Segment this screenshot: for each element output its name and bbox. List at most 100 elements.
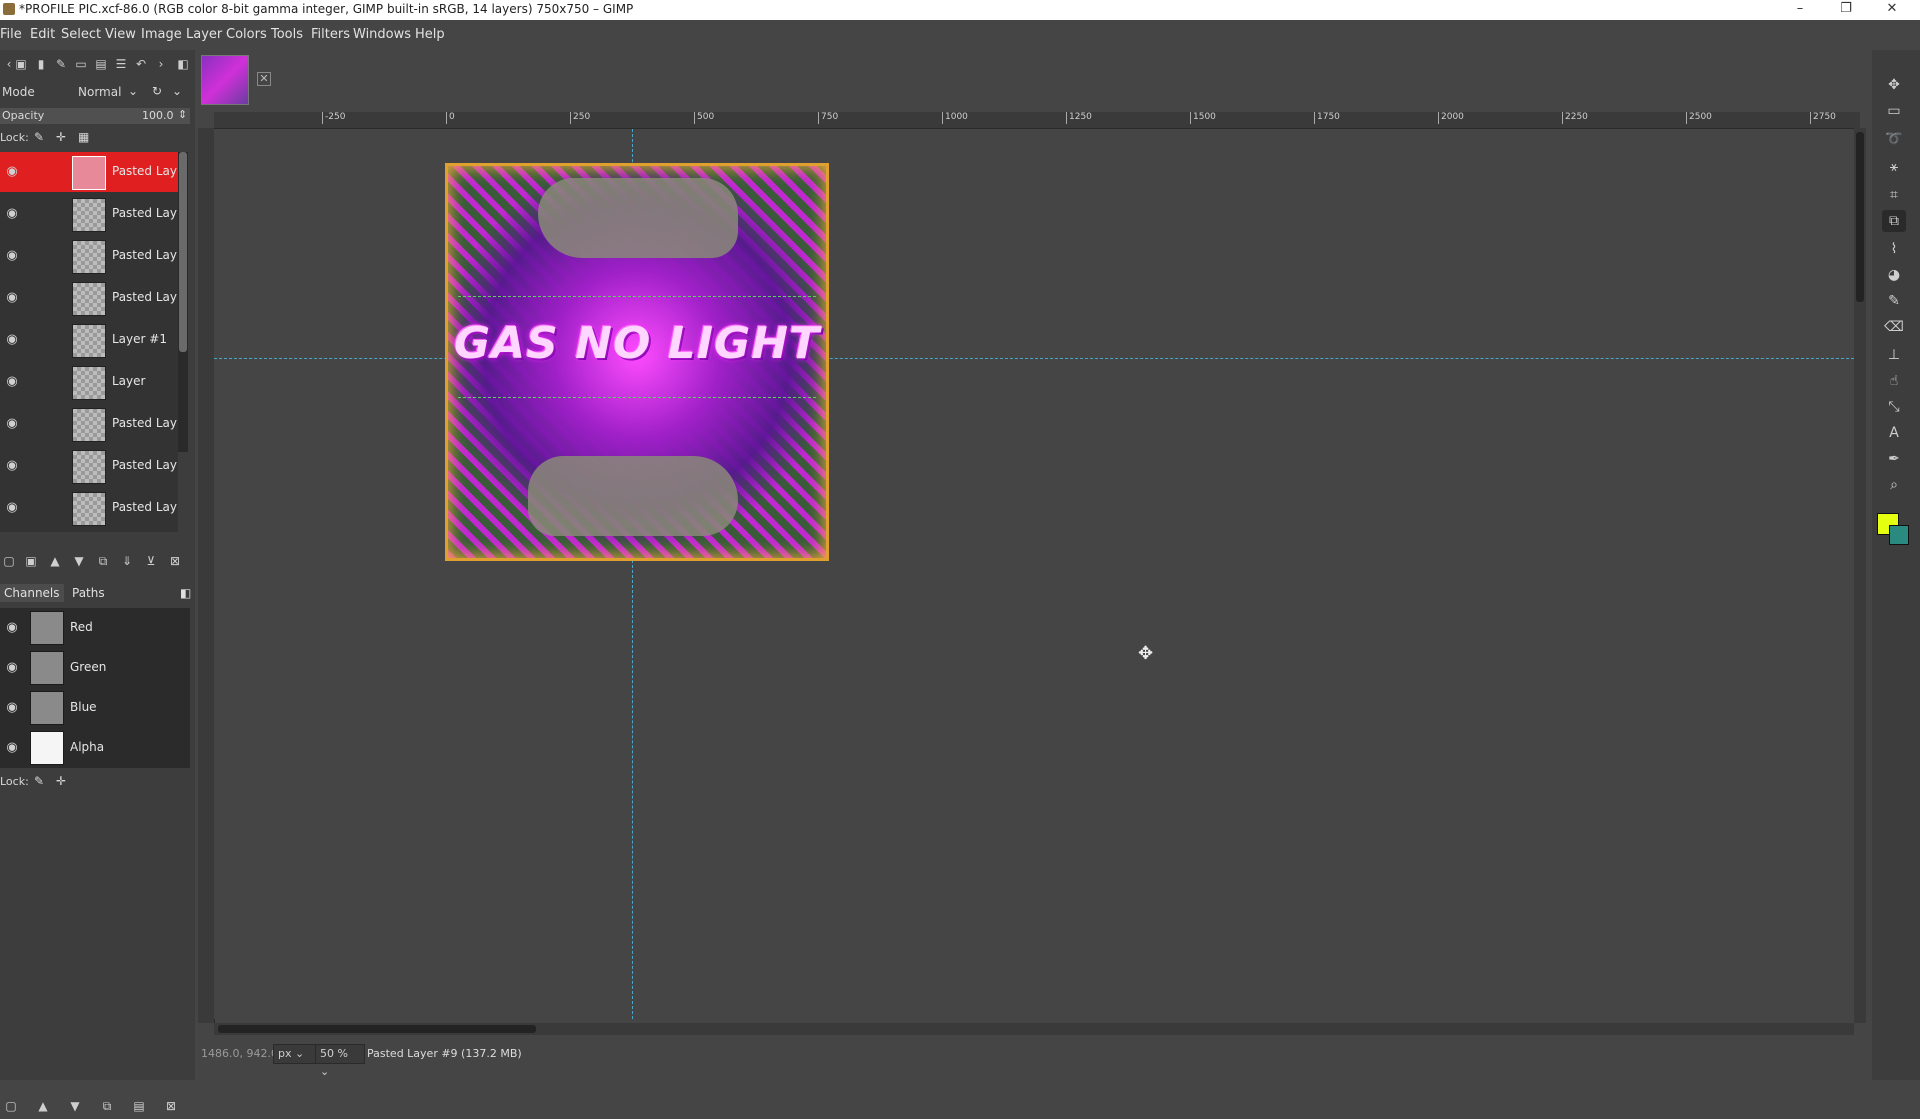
channel-to-selection-icon[interactable]: ▤ — [132, 1099, 146, 1113]
transform-tool-icon[interactable]: ⧉ — [1882, 210, 1906, 232]
mode-select[interactable]: Normal — [78, 85, 121, 99]
layer-row[interactable]: ◉ Pasted Lay — [0, 236, 178, 276]
layer-row[interactable]: ◉ Pasted Lay — [0, 404, 178, 444]
lock-pixels-icon[interactable]: ✎ — [34, 774, 44, 788]
close-icon[interactable]: ✕ — [257, 72, 271, 86]
dock-menu-icon[interactable]: ◧ — [176, 584, 195, 602]
device-status-icon[interactable]: ▣ — [14, 57, 28, 71]
layer-row[interactable]: ◉ Pasted Lay — [0, 488, 178, 528]
zoom-tool-icon[interactable]: ⌕ — [1882, 474, 1906, 496]
horizontal-ruler[interactable]: -250 0 250 500 750 1000 1250 1500 1750 2… — [214, 112, 1860, 129]
scrollbar-thumb[interactable] — [179, 152, 187, 352]
eye-icon[interactable]: ◉ — [4, 164, 20, 180]
layers-scrollbar[interactable] — [178, 152, 188, 452]
eye-icon[interactable]: ◉ — [4, 206, 20, 222]
menu-view[interactable]: View — [105, 27, 136, 42]
lasso-tool-icon[interactable]: ➰ — [1882, 128, 1906, 150]
eye-icon[interactable]: ◉ — [4, 374, 20, 390]
color-picker-tool-icon[interactable]: ✒ — [1882, 448, 1906, 470]
eye-icon[interactable]: ◉ — [4, 500, 20, 516]
new-group-icon[interactable]: ▣ — [24, 554, 38, 568]
layer-row[interactable]: ◉ Pasted Lay — [0, 278, 178, 318]
eye-icon[interactable]: ◉ — [4, 290, 20, 306]
menu-tools[interactable]: Tools — [271, 27, 303, 42]
layer-row[interactable]: ◉ Pasted Lay — [0, 194, 178, 234]
image-tab-thumbnail[interactable] — [201, 55, 249, 105]
layers-icon[interactable]: ☰ — [114, 57, 128, 71]
maximize-button[interactable]: ❐ — [1823, 0, 1869, 20]
eye-icon[interactable]: ◉ — [4, 416, 20, 432]
duplicate-layer-icon[interactable]: ⧉ — [96, 554, 110, 568]
new-channel-icon[interactable]: ▢ — [4, 1099, 18, 1113]
layer-row[interactable]: ◉ Layer #1 — [0, 320, 178, 360]
eye-icon[interactable]: ◉ — [4, 700, 20, 716]
dock-menu-icon[interactable]: ◧ — [176, 57, 190, 71]
close-button[interactable]: ✕ — [1869, 0, 1915, 20]
eye-icon[interactable]: ◉ — [4, 332, 20, 348]
channel-row[interactable]: ◉ Alpha — [0, 728, 190, 768]
channel-row[interactable]: ◉ Red — [0, 608, 190, 648]
lower-layer-icon[interactable]: ▼ — [72, 554, 86, 568]
eye-icon[interactable]: ◉ — [4, 248, 20, 264]
smudge-tool-icon[interactable]: ☝ — [1882, 370, 1906, 392]
scrollbar-thumb[interactable] — [1856, 132, 1864, 302]
menu-layer[interactable]: Layer — [186, 27, 222, 42]
document-icon[interactable]: ▤ — [94, 57, 108, 71]
background-color-swatch[interactable] — [1889, 525, 1909, 545]
eye-icon[interactable]: ◉ — [4, 660, 20, 676]
vertical-ruler[interactable] — [198, 128, 215, 1023]
eye-icon[interactable]: ◉ — [4, 620, 20, 636]
screen-icon[interactable]: ▭ — [74, 57, 88, 71]
minimize-button[interactable]: – — [1777, 0, 1823, 20]
channel-row[interactable]: ◉ Green — [0, 648, 190, 688]
channel-row[interactable]: ◉ Blue — [0, 688, 190, 728]
eraser-tool-icon[interactable]: ⌫ — [1882, 316, 1906, 338]
menu-colors[interactable]: Colors — [226, 27, 267, 42]
rect-select-tool-icon[interactable]: ▭ — [1882, 100, 1906, 122]
menu-edit[interactable]: Edit — [30, 27, 55, 42]
lock-alpha-icon[interactable]: ▦ — [78, 130, 89, 144]
layer-row[interactable]: ◉ Pasted Lay — [0, 446, 178, 486]
lock-position-icon[interactable]: ✛ — [56, 130, 66, 144]
switch-mode-icon[interactable]: ↻ — [152, 84, 162, 98]
new-layer-icon[interactable]: ▢ — [2, 554, 16, 568]
undo-icon[interactable]: ↶ — [134, 57, 148, 71]
anchor-icon[interactable]: ⇓ — [120, 554, 134, 568]
warp-tool-icon[interactable]: ⌇ — [1882, 238, 1906, 260]
duplicate-channel-icon[interactable]: ⧉ — [100, 1099, 114, 1113]
text-tool-icon[interactable]: A — [1882, 422, 1906, 444]
delete-layer-icon[interactable]: ⊠ — [168, 554, 182, 568]
crop-tool-icon[interactable]: ⌗ — [1882, 184, 1906, 206]
layer-row[interactable]: ◉ Pasted Lay — [0, 152, 178, 192]
paintbrush-tool-icon[interactable]: ✎ — [1882, 290, 1906, 312]
menu-filters[interactable]: Filters — [311, 27, 350, 42]
scrollbar-thumb[interactable] — [218, 1025, 536, 1033]
bucket-fill-tool-icon[interactable]: ◕ — [1882, 264, 1906, 286]
eye-icon[interactable]: ◉ — [4, 740, 20, 756]
menu-select[interactable]: Select — [61, 27, 101, 42]
chevron-right-icon[interactable]: › — [154, 57, 168, 71]
lock-position-icon[interactable]: ✛ — [56, 774, 66, 788]
fuzzy-select-tool-icon[interactable]: ⚹ — [1882, 156, 1906, 178]
brush-icon[interactable]: ▮ — [34, 57, 48, 71]
opacity-slider[interactable]: Opacity 100.0 ⇕ — [0, 108, 190, 124]
unit-select[interactable]: px ⌄ — [273, 1044, 317, 1064]
lower-channel-icon[interactable]: ▼ — [68, 1099, 82, 1113]
chevron-down-icon[interactable]: ⌄ — [128, 84, 138, 98]
zoom-select[interactable]: 50 % ⌄ — [315, 1044, 365, 1078]
layer-row[interactable]: ◉ Layer — [0, 362, 178, 402]
move-tool-icon[interactable]: ✥ — [1882, 74, 1906, 96]
delete-channel-icon[interactable]: ⊠ — [164, 1099, 178, 1113]
merge-layer-icon[interactable]: ⊻ — [144, 554, 158, 568]
vertical-scrollbar[interactable] — [1854, 128, 1866, 1023]
menu-file[interactable]: File — [0, 27, 22, 42]
tab-paths[interactable]: Paths — [68, 584, 109, 602]
raise-layer-icon[interactable]: ▲ — [48, 554, 62, 568]
menu-windows[interactable]: Windows — [353, 27, 411, 42]
menu-help[interactable]: Help — [415, 27, 445, 42]
menu-image[interactable]: Image — [141, 27, 182, 42]
artwork-image[interactable]: GAS NO LIGHT — [445, 163, 829, 561]
raise-channel-icon[interactable]: ▲ — [36, 1099, 50, 1113]
clone-tool-icon[interactable]: ⊥ — [1882, 344, 1906, 366]
pencil-icon[interactable]: ✎ — [54, 57, 68, 71]
